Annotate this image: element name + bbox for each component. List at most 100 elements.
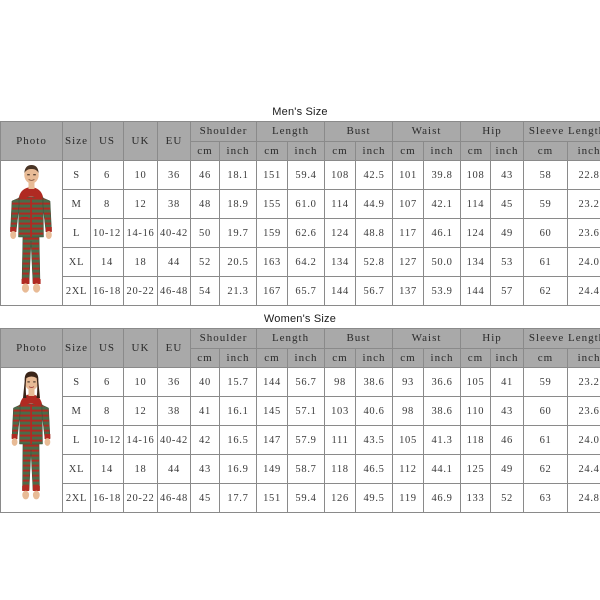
- cell-uk: 14-16: [123, 218, 158, 248]
- cell-waist-inch: 36.6: [423, 367, 462, 397]
- header-hip-cm: cm: [460, 140, 492, 161]
- cell-eu: 46-48: [157, 483, 191, 513]
- header-uk: UK: [123, 328, 158, 368]
- header-bust-inch: inch: [355, 140, 394, 161]
- cell-size: 2XL: [62, 276, 91, 306]
- header-us: US: [90, 328, 124, 368]
- cell-sleeve-cm: 62: [523, 454, 569, 484]
- cell-sleeve-cm: 59: [523, 367, 569, 397]
- header-group-bust: Bust: [324, 328, 394, 349]
- cell-length-inch: 57.1: [287, 396, 326, 426]
- header-bust-cm: cm: [324, 347, 357, 368]
- cell-waist-inch: 41.3: [423, 425, 462, 455]
- header-length-inch: inch: [287, 140, 326, 161]
- cell-length-inch: 58.7: [287, 454, 326, 484]
- cell-hip-inch: 52: [490, 483, 525, 513]
- cell-shoulder-cm: 45: [190, 483, 220, 513]
- cell-waist-inch: 53.9: [423, 276, 462, 306]
- header-shoulder-cm: cm: [190, 140, 220, 161]
- cell-shoulder-cm: 48: [190, 189, 220, 219]
- womens-size-table: Photo Size US UK EU Shoulder Length Bust…: [0, 328, 600, 513]
- cell-sleeve-cm: 62: [523, 276, 569, 306]
- table-row: L 10-12 14-16 40-42 50 19.7 159 62.6 124…: [1, 218, 600, 248]
- cell-waist-cm: 93: [392, 367, 425, 397]
- womens-table-body: S 6 10 36 40 15.7 144 56.7 98 38.6 93 36…: [0, 367, 600, 513]
- header-shoulder-cm: cm: [190, 347, 220, 368]
- cell-bust-cm: 114: [324, 189, 357, 219]
- cell-hip-cm: 118: [460, 425, 492, 455]
- header-group-sleeve-length: Sleeve Length: [523, 328, 600, 349]
- cell-us: 14: [90, 454, 124, 484]
- cell-us: 14: [90, 247, 124, 277]
- header-group-waist: Waist: [392, 121, 462, 142]
- header-hip-inch: inch: [490, 347, 525, 368]
- cell-length-cm: 145: [256, 396, 289, 426]
- header-photo: Photo: [0, 121, 63, 161]
- cell-length-cm: 167: [256, 276, 289, 306]
- header-group-bust: Bust: [324, 121, 394, 142]
- table-row: S 6 10 36 40 15.7 144 56.7 98 38.6 93 36…: [0, 367, 600, 513]
- cell-bust-cm: 111: [324, 425, 357, 455]
- cell-waist-cm: 119: [392, 483, 425, 513]
- cell-waist-cm: 127: [392, 247, 425, 277]
- cell-waist-inch: 50.0: [423, 247, 462, 277]
- header-group-hip: Hip: [460, 328, 525, 349]
- cell-shoulder-inch: 21.3: [218, 276, 258, 306]
- cell-hip-cm: 114: [460, 189, 492, 219]
- womens-table-head: Photo Size US UK EU Shoulder Length Bust…: [0, 328, 600, 368]
- header-eu: EU: [157, 328, 191, 368]
- cell-eu: 40-42: [157, 425, 191, 455]
- cell-size: XL: [62, 247, 91, 277]
- cell-hip-inch: 41: [490, 367, 525, 397]
- cell-size: L: [62, 425, 91, 455]
- cell-waist-inch: 46.1: [423, 218, 462, 248]
- cell-eu: 36: [157, 160, 191, 190]
- header-group-length: Length: [256, 121, 326, 142]
- cell-shoulder-inch: 17.7: [218, 483, 258, 513]
- cell-sleeve-inch: 24.0: [567, 425, 600, 455]
- cell-shoulder-cm: 54: [190, 276, 220, 306]
- header-length-cm: cm: [256, 347, 289, 368]
- cell-length-inch: 62.6: [287, 218, 326, 248]
- header-waist-cm: cm: [392, 140, 425, 161]
- cell-size: 2XL: [62, 483, 91, 513]
- cell-sleeve-inch: 24.8: [567, 483, 600, 513]
- cell-shoulder-cm: 46: [190, 160, 220, 190]
- cell-shoulder-inch: 18.9: [218, 189, 258, 219]
- cell-sleeve-cm: 58: [523, 160, 569, 190]
- cell-shoulder-inch: 19.7: [218, 218, 258, 248]
- header-length-inch: inch: [287, 347, 326, 368]
- cell-shoulder-inch: 16.5: [218, 425, 258, 455]
- cell-sleeve-cm: 60: [523, 396, 569, 426]
- cell-shoulder-inch: 20.5: [218, 247, 258, 277]
- header-eu: EU: [157, 121, 191, 161]
- cell-bust-cm: 103: [324, 396, 357, 426]
- cell-eu: 44: [157, 454, 191, 484]
- cell-us: 16-18: [90, 483, 124, 513]
- header-row-group: Photo Size US UK EU Shoulder Length Bust…: [0, 328, 600, 368]
- cell-shoulder-cm: 52: [190, 247, 220, 277]
- cell-bust-cm: 124: [324, 218, 357, 248]
- header-hip-cm: cm: [460, 347, 492, 368]
- cell-hip-inch: 43: [490, 160, 525, 190]
- cell-hip-inch: 57: [490, 276, 525, 306]
- cell-length-cm: 144: [256, 367, 289, 397]
- cell-sleeve-inch: 24.4: [567, 276, 600, 306]
- cell-hip-cm: 144: [460, 276, 492, 306]
- header-waist-cm: cm: [392, 347, 425, 368]
- cell-waist-inch: 39.8: [423, 160, 462, 190]
- cell-sleeve-inch: 24.0: [567, 247, 600, 277]
- cell-waist-inch: 42.1: [423, 189, 462, 219]
- cell-sleeve-inch: 23.2: [567, 189, 600, 219]
- header-sleeve-cm: cm: [523, 347, 569, 368]
- cell-sleeve-inch: 23.2: [567, 367, 600, 397]
- cell-shoulder-cm: 42: [190, 425, 220, 455]
- header-group-shoulder: Shoulder: [189, 121, 258, 142]
- header-bust-cm: cm: [324, 140, 357, 161]
- cell-length-inch: 64.2: [287, 247, 326, 277]
- header-hip-inch: inch: [490, 140, 525, 161]
- cell-bust-inch: 46.5: [355, 454, 394, 484]
- cell-us: 16-18: [90, 276, 124, 306]
- cell-size: S: [62, 160, 91, 190]
- cell-uk: 12: [123, 189, 158, 219]
